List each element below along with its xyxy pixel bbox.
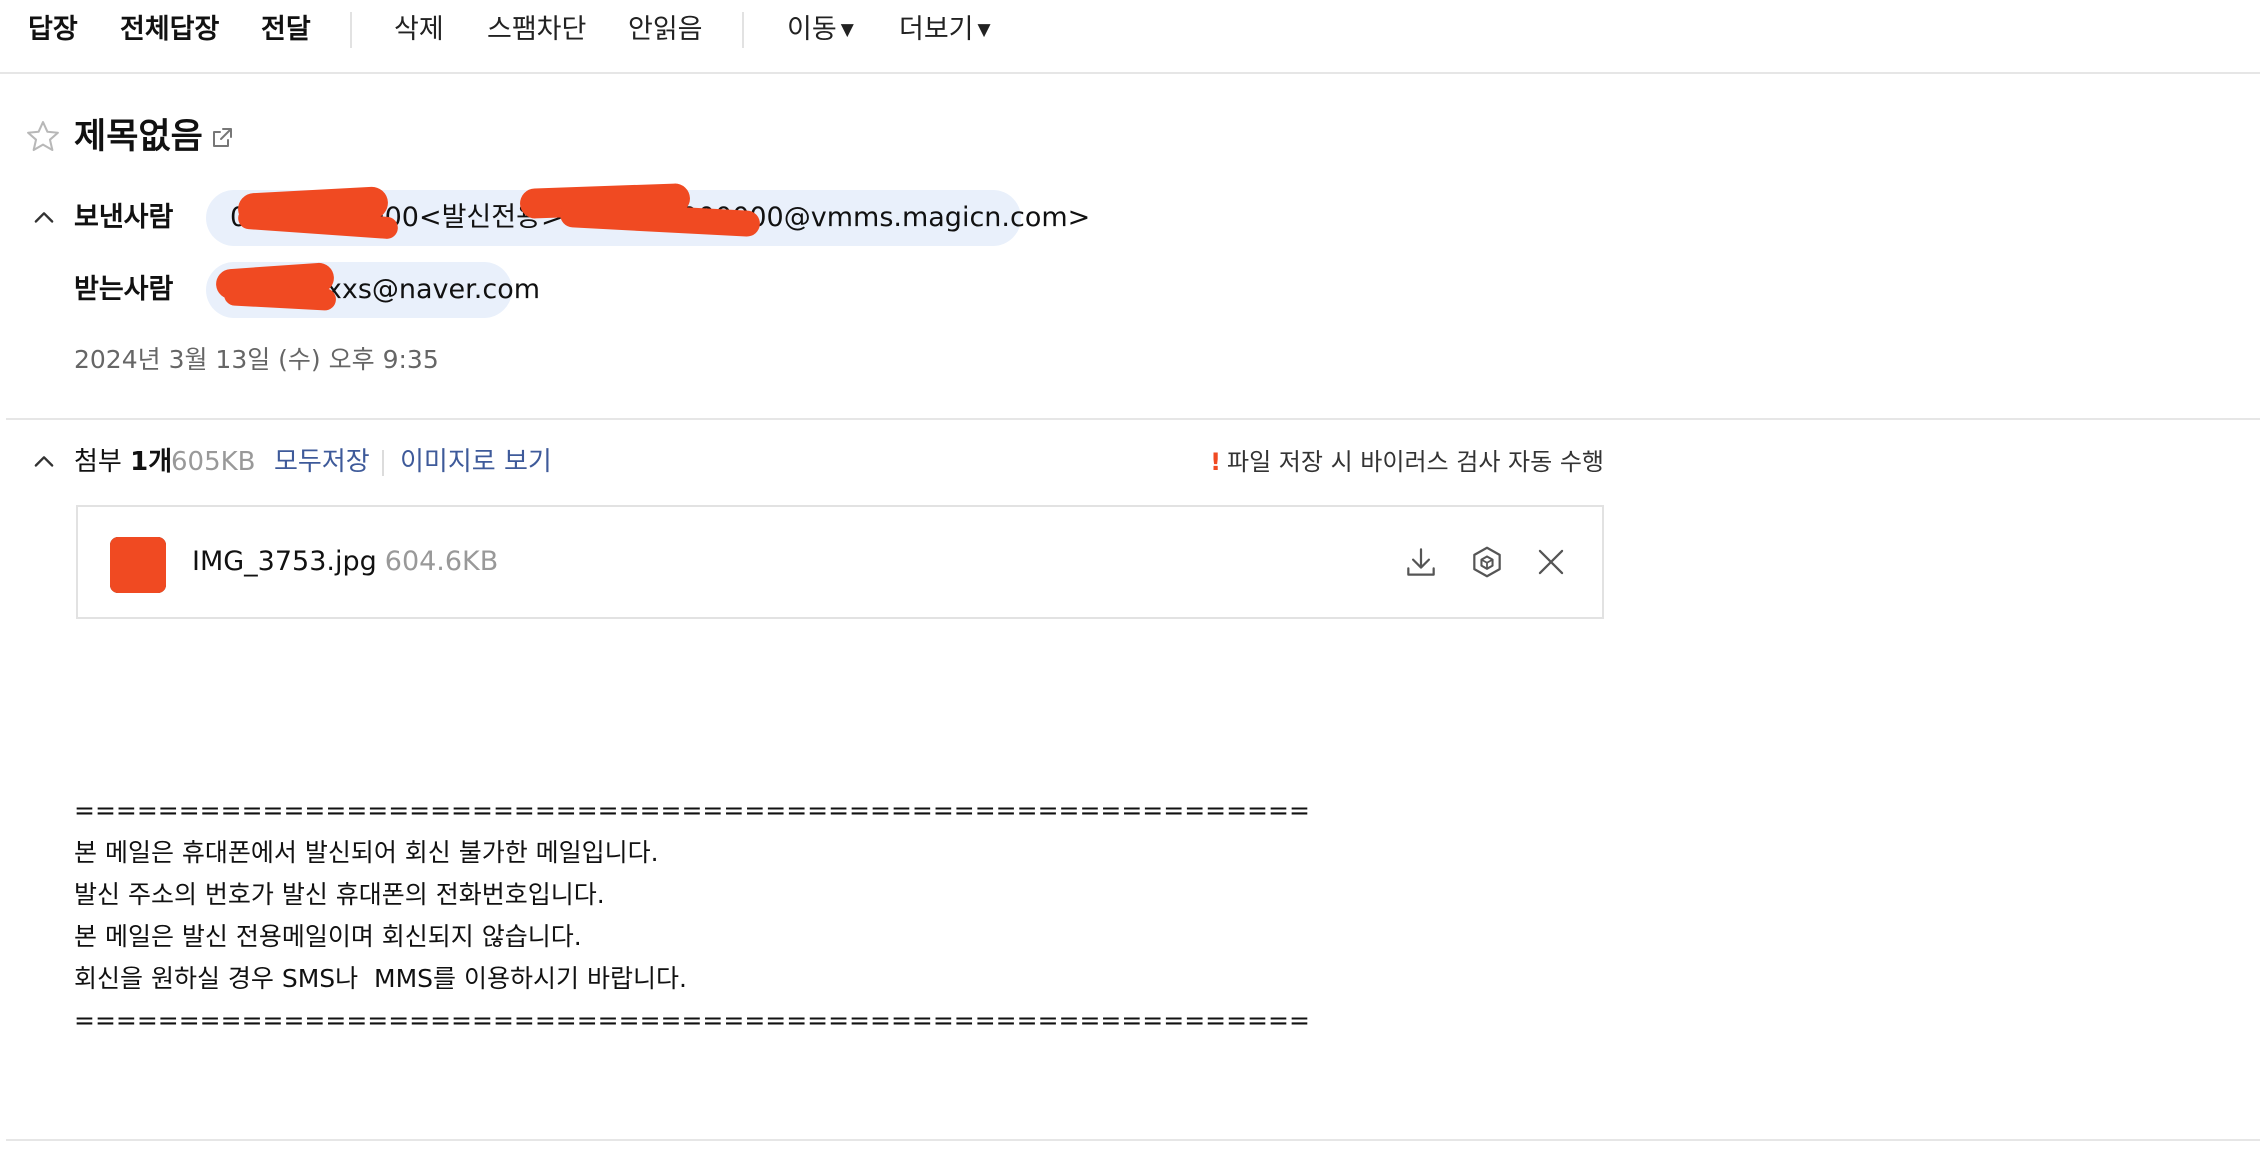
reply-all-button[interactable]: 전체답장 (120, 10, 219, 50)
mail-view: 답장 전체답장 전달 삭제 스팸차단 안읽음 이동 ▼ 더보기 ▼ 제목없음 보낸사… (0, 0, 2260, 1152)
virus-scan-note: ! 파일 저장 시 바이러스 검사 자동 수행 (1210, 442, 1604, 482)
mail-body: ========================================… (74, 796, 1310, 1035)
redaction-mark (110, 537, 166, 593)
attachment-filesize: 604.6KB (384, 546, 499, 577)
more-button[interactable]: 더보기 ▼ (899, 10, 991, 50)
chevron-up-icon[interactable] (30, 204, 58, 232)
delete-button[interactable]: 삭제 (394, 10, 444, 50)
warning-icon: ! (1210, 448, 1222, 476)
toolbar-divider (742, 12, 744, 48)
attachment-file[interactable]: IMG_3753.jpg 604.6KB (192, 539, 498, 585)
download-icon[interactable] (1402, 543, 1440, 581)
mail-date: 2024년 3월 13일 (수) 오후 9:35 (74, 345, 439, 374)
toolbar-divider (350, 12, 352, 48)
close-icon[interactable] (1532, 543, 1570, 581)
header-divider (6, 418, 2260, 420)
mail-toolbar: 답장 전체답장 전달 삭제 스팸차단 안읽음 이동 ▼ 더보기 ▼ (0, 0, 2260, 74)
caret-down-icon: ▼ (840, 20, 854, 40)
attachment-label: 첨부 1개 (74, 442, 172, 482)
move-button[interactable]: 이동 ▼ (787, 10, 854, 50)
attachment-total-size: 605KB (171, 447, 256, 477)
mail-subject: 제목없음 (74, 117, 203, 157)
star-icon[interactable] (24, 118, 62, 156)
view-as-image-link[interactable]: 이미지로 보기 (400, 442, 552, 482)
chevron-up-icon[interactable] (30, 448, 58, 476)
attachment-item: IMG_3753.jpg 604.6KB (76, 505, 1604, 619)
attachment-divider (382, 450, 384, 476)
popout-icon[interactable] (210, 126, 234, 150)
forward-button[interactable]: 전달 (261, 10, 311, 50)
move-label: 이동 (787, 14, 837, 45)
from-label: 보낸사람 (74, 202, 174, 233)
block-spam-button[interactable]: 스팸차단 (487, 10, 586, 50)
attachment-count: 1개 (130, 447, 173, 477)
save-all-link[interactable]: 모두저장 (274, 442, 370, 482)
mark-unread-button[interactable]: 안읽음 (628, 10, 703, 50)
caret-down-icon: ▼ (977, 20, 991, 40)
cube-icon[interactable] (1468, 543, 1506, 581)
more-label: 더보기 (899, 14, 974, 45)
footer-divider (6, 1139, 2260, 1141)
reply-button[interactable]: 답장 (28, 10, 78, 50)
attachment-label-text: 첨부 (74, 447, 122, 477)
to-label: 받는사람 (74, 274, 174, 305)
attachment-filename: IMG_3753.jpg (192, 546, 377, 577)
virus-scan-text: 파일 저장 시 바이러스 검사 자동 수행 (1227, 448, 1604, 476)
attachment-thumbnail[interactable] (110, 537, 166, 593)
